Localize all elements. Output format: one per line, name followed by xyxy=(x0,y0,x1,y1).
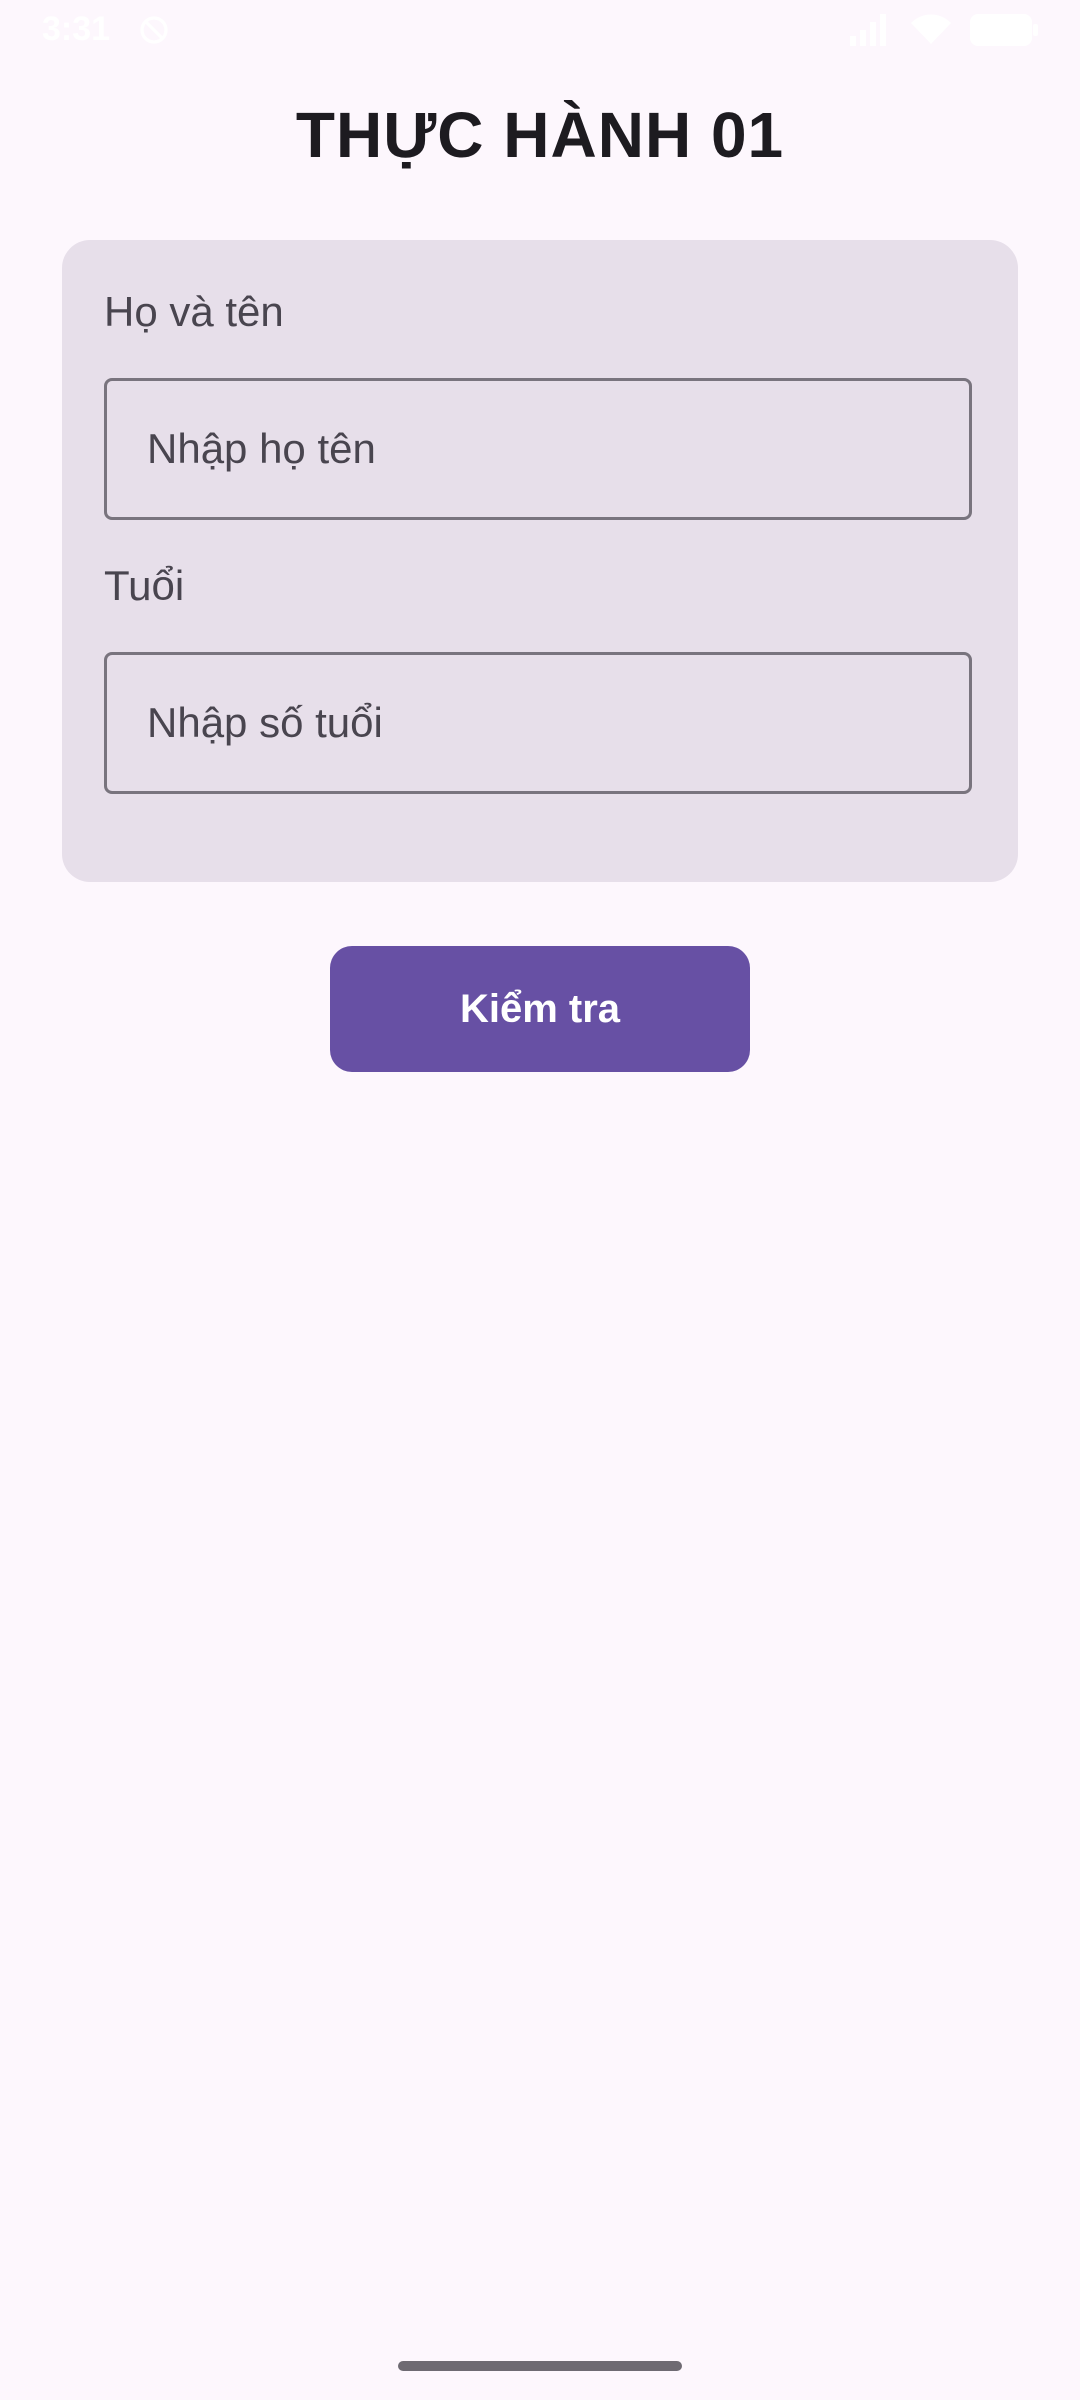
age-label: Tuổi xyxy=(104,562,185,609)
signal-icon xyxy=(850,14,886,46)
page-title: THỰC HÀNH 01 xyxy=(295,99,785,171)
status-bar: 3:31 xyxy=(0,0,1080,64)
wifi-icon xyxy=(910,14,952,44)
name-input[interactable] xyxy=(104,378,972,520)
check-button[interactable]: Kiểm tra xyxy=(330,946,750,1072)
status-icons xyxy=(848,14,1038,46)
age-input[interactable] xyxy=(104,652,972,794)
battery-icon xyxy=(970,14,1038,46)
form-card: Họ và tên Tuổi xyxy=(62,240,1018,882)
name-label: Họ và tên xyxy=(104,288,284,335)
do-not-disturb-icon xyxy=(140,16,168,44)
status-time: 3:31 xyxy=(42,10,111,48)
home-indicator[interactable] xyxy=(398,2361,682,2371)
